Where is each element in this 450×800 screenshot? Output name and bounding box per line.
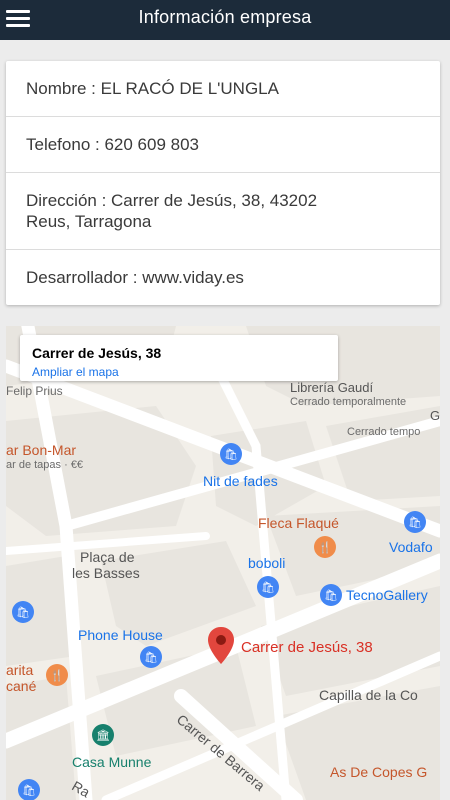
map-label-capilla: Capilla de la Co <box>319 687 418 703</box>
company-phone[interactable]: Telefono : 620 609 803 <box>26 134 199 155</box>
company-address-line1: Dirección : Carrer de Jesús, 38, 43202 <box>26 191 318 210</box>
map-info-title: Carrer de Jesús, 38 <box>32 345 162 361</box>
shopping-bag-icon[interactable]: 🛍 <box>257 576 279 598</box>
shopping-bag-icon[interactable]: 🛍 <box>320 584 342 606</box>
map-label-bon-mar: ar Bon-Mar <box>6 442 77 458</box>
map-label-tecnogallery[interactable]: TecnoGallery <box>346 587 428 603</box>
map-label-boboli[interactable]: boboli <box>248 555 285 571</box>
map-label-as-de-copes[interactable]: As De Copes G <box>330 764 427 780</box>
company-developer[interactable]: Desarrollador : www.viday.es <box>26 267 244 288</box>
map-label-nit-de-fades[interactable]: Nit de fades <box>203 473 278 489</box>
restaurant-icon[interactable]: 🍴 <box>46 664 68 686</box>
restaurant-icon[interactable]: 🍴 <box>314 536 336 558</box>
company-phone-row[interactable]: Telefono : 620 609 803 <box>6 117 440 173</box>
enlarge-map-link[interactable]: Ampliar el mapa <box>32 365 326 379</box>
embedded-map[interactable]: Carrer de Jesús, 38 Ampliar el mapa Feli… <box>6 326 440 800</box>
company-developer-row[interactable]: Desarrollador : www.viday.es <box>6 250 440 305</box>
app-header: Información empresa <box>0 0 450 40</box>
page-title: Información empresa <box>138 7 312 27</box>
company-name: Nombre : EL RACÓ DE L'UNGLA <box>26 79 279 98</box>
map-pin-label[interactable]: Carrer de Jesús, 38 <box>241 639 373 656</box>
shopping-bag-icon[interactable]: 🛍 <box>12 601 34 623</box>
map-label-cerrado-1: Cerrado temporalmente <box>290 396 407 408</box>
map-label-bon-mar-sub: ar de tapas · €€ <box>6 459 84 471</box>
map-label-placa-2: les Basses <box>72 565 140 581</box>
company-address-row: Dirección : Carrer de Jesús, 38, 43202 R… <box>6 173 440 250</box>
map-label-libreria-gaudi: Librería Gaudí <box>290 380 374 395</box>
company-info-card: Nombre : EL RACÓ DE L'UNGLA Telefono : 6… <box>6 61 440 305</box>
map-label-carita-2: cané <box>6 678 37 694</box>
map-label-felip-prius: Felip Prius <box>6 384 63 398</box>
map-label-casa-munne[interactable]: Casa Munne <box>72 754 151 770</box>
company-address-line2: Reus, Tarragona <box>26 212 152 231</box>
map-label-fleca-flaque[interactable]: Fleca Flaqué <box>258 515 339 531</box>
map-label-carita-1: arita <box>6 662 34 678</box>
shopping-bag-icon[interactable]: 🛍 <box>18 779 40 800</box>
shopping-bag-icon[interactable]: 🛍 <box>220 443 242 465</box>
map-label-g: G <box>430 408 440 423</box>
map-label-cerrado-2: Cerrado tempo <box>347 426 421 438</box>
shopping-bag-icon[interactable]: 🛍 <box>140 646 162 668</box>
map-info-window: Carrer de Jesús, 38 Ampliar el mapa <box>20 335 338 381</box>
map-label-phone-house[interactable]: Phone House <box>78 627 163 643</box>
museum-icon[interactable]: 🏛 <box>92 724 114 746</box>
map-label-vodafone[interactable]: Vodafo <box>389 539 433 555</box>
shopping-bag-icon[interactable]: 🛍 <box>404 511 426 533</box>
company-name-row: Nombre : EL RACÓ DE L'UNGLA <box>6 61 440 117</box>
map-label-placa-1: Plaça de <box>80 549 135 565</box>
location-pin-icon[interactable] <box>206 626 236 666</box>
